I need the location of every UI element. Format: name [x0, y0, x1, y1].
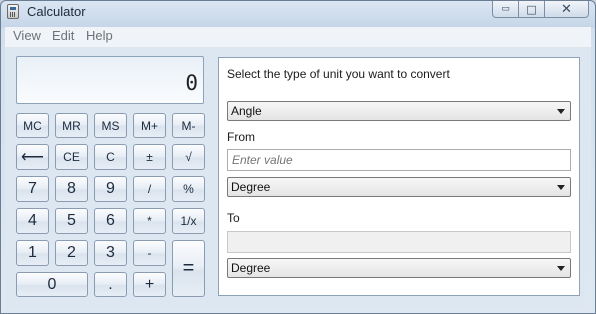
- chevron-down-icon: [557, 185, 565, 190]
- maximize-button[interactable]: □: [519, 1, 545, 18]
- window-title: Calculator: [27, 4, 86, 19]
- multiply-button[interactable]: *: [133, 208, 166, 234]
- digit-0-button[interactable]: 0: [16, 272, 88, 297]
- negate-button[interactable]: ±: [133, 144, 166, 170]
- result-display: 0: [16, 56, 204, 104]
- window-controls: ▭ □ ✕: [492, 1, 589, 19]
- display-value: 0: [185, 71, 198, 95]
- unit-type-value: Angle: [231, 104, 262, 118]
- from-label: From: [227, 130, 255, 144]
- digit-7-button[interactable]: 7: [16, 176, 49, 202]
- memory-add-button[interactable]: M+: [133, 113, 166, 138]
- from-unit-select[interactable]: Degree: [227, 177, 571, 197]
- memory-store-button[interactable]: MS: [94, 113, 127, 138]
- unit-conversion-panel: Select the type of unit you want to conv…: [218, 57, 580, 296]
- maximize-icon: □: [526, 2, 537, 16]
- title-bar[interactable]: Calculator ▭ □ ✕: [1, 1, 595, 23]
- digit-9-button[interactable]: 9: [94, 176, 127, 202]
- close-button[interactable]: ✕: [545, 1, 589, 18]
- menu-help[interactable]: Help: [86, 28, 113, 43]
- clear-button[interactable]: C: [94, 144, 127, 170]
- percent-button[interactable]: %: [172, 176, 205, 202]
- conversion-prompt: Select the type of unit you want to conv…: [227, 67, 450, 81]
- menu-edit[interactable]: Edit: [52, 28, 74, 43]
- chevron-down-icon: [557, 266, 565, 271]
- to-label: To: [227, 211, 240, 225]
- menu-view[interactable]: View: [13, 28, 41, 43]
- minimize-button[interactable]: ▭: [492, 1, 519, 18]
- digit-5-button[interactable]: 5: [55, 208, 88, 234]
- digit-2-button[interactable]: 2: [55, 240, 88, 266]
- digit-4-button[interactable]: 4: [16, 208, 49, 234]
- memory-subtract-button[interactable]: M-: [172, 113, 205, 138]
- to-unit-select[interactable]: Degree: [227, 258, 571, 278]
- close-icon: ✕: [561, 1, 572, 17]
- memory-recall-button[interactable]: MR: [55, 113, 88, 138]
- chevron-down-icon: [557, 109, 565, 114]
- from-value-input[interactable]: [227, 149, 571, 171]
- calculator-icon: [7, 4, 19, 19]
- minimize-icon: ▭: [501, 4, 510, 14]
- backspace-arrow-icon: ⟵: [21, 149, 44, 166]
- subtract-button[interactable]: -: [133, 240, 166, 266]
- reciprocal-button[interactable]: 1/x: [172, 208, 205, 234]
- backspace-button[interactable]: ⟵: [16, 144, 49, 170]
- unit-type-select[interactable]: Angle: [227, 101, 571, 121]
- clear-entry-button[interactable]: CE: [55, 144, 88, 170]
- to-unit-value: Degree: [231, 261, 271, 275]
- equals-button[interactable]: =: [172, 240, 205, 297]
- from-unit-value: Degree: [231, 180, 271, 194]
- menu-bar: View Edit Help: [5, 27, 591, 48]
- sqrt-button[interactable]: √: [172, 144, 205, 170]
- divide-button[interactable]: /: [133, 176, 166, 202]
- digit-3-button[interactable]: 3: [94, 240, 127, 266]
- add-button[interactable]: +: [133, 272, 166, 297]
- memory-clear-button[interactable]: MC: [16, 113, 49, 138]
- digit-6-button[interactable]: 6: [94, 208, 127, 234]
- digit-8-button[interactable]: 8: [55, 176, 88, 202]
- decimal-button[interactable]: .: [94, 272, 127, 297]
- digit-1-button[interactable]: 1: [16, 240, 49, 266]
- to-value-output: [227, 231, 571, 253]
